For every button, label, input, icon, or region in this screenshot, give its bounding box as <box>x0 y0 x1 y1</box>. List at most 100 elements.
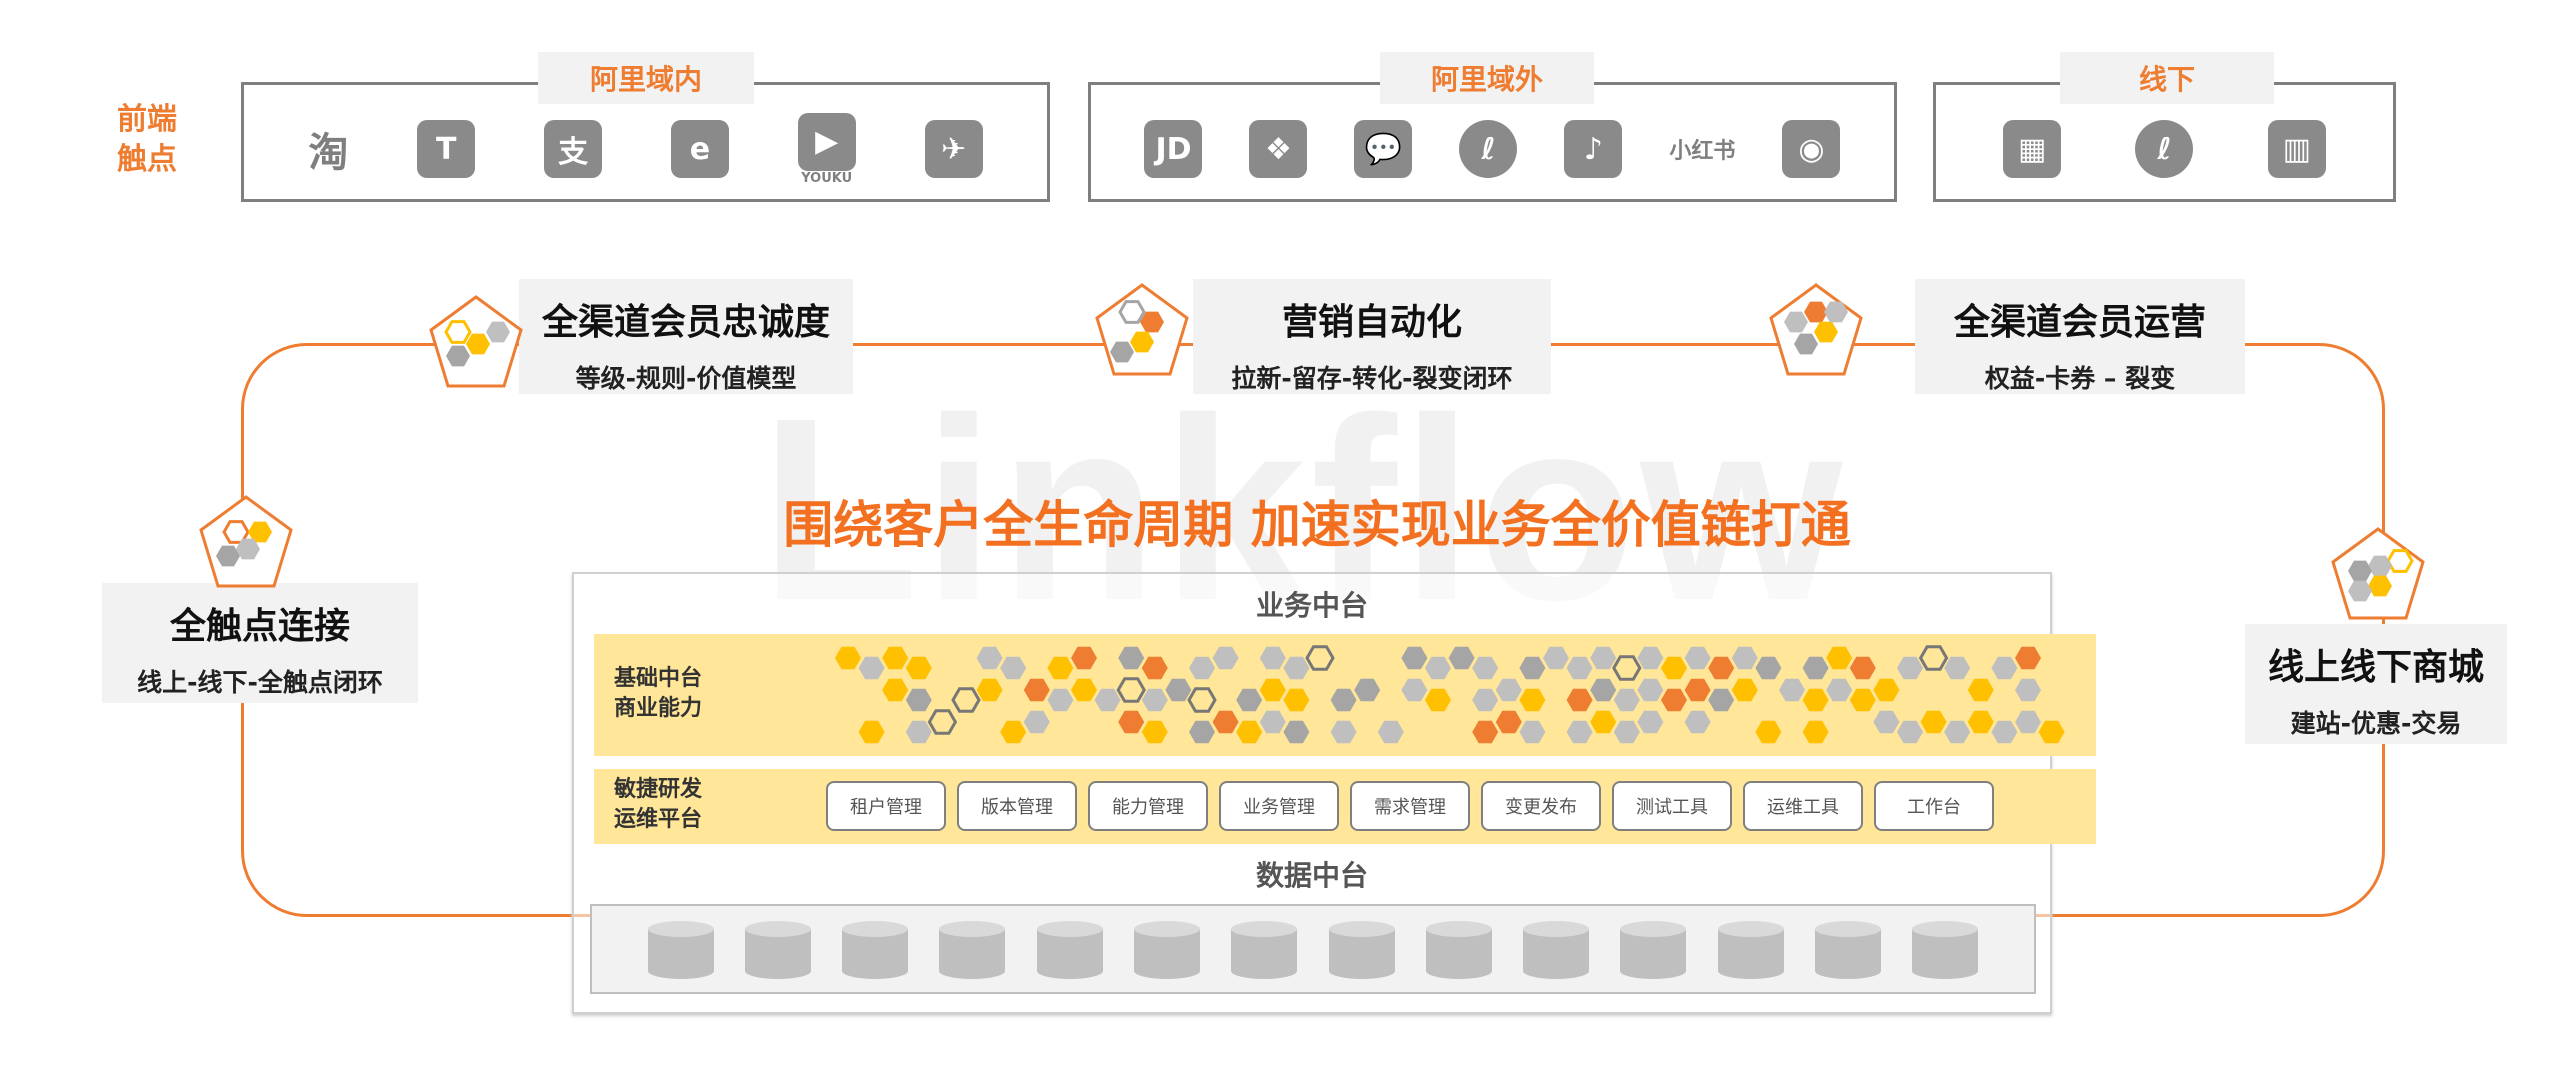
hexagon <box>1991 656 2018 680</box>
hexagon <box>1661 656 1687 680</box>
hexagon <box>1755 656 1782 680</box>
qr-guide-icon: ▦ <box>2003 120 2062 178</box>
database-icon <box>1328 921 1395 979</box>
hexagon <box>1259 646 1286 670</box>
tool-button[interactable]: 工作台 <box>1874 781 1994 831</box>
hexagon <box>1590 646 1617 670</box>
hexagon <box>1684 710 1711 734</box>
hexagon <box>1566 720 1593 744</box>
hexagon <box>1920 710 1947 734</box>
hexagon <box>1684 678 1711 702</box>
hexagon <box>1118 710 1145 734</box>
database-icon <box>1425 921 1492 979</box>
hexagon <box>1071 646 1097 670</box>
hexagon <box>1236 720 1263 744</box>
hexagon <box>1071 678 1097 702</box>
hexagon <box>1590 710 1617 734</box>
hexagon <box>1094 688 1121 712</box>
hexagon <box>1187 687 1217 713</box>
database-icon <box>647 921 714 979</box>
devops-label: 敏捷研发 运维平台 <box>614 777 703 832</box>
hexagon <box>1802 656 1829 680</box>
hexagon <box>1472 656 1499 680</box>
hexagon <box>2015 678 2041 702</box>
weibo-icon: ◉ <box>1782 120 1841 178</box>
hexagon <box>1165 678 1192 702</box>
store-icon: ▥ <box>2267 120 2326 178</box>
hexagon <box>1259 710 1286 734</box>
hexagon <box>1684 646 1711 670</box>
icon-glyph: ✈ <box>924 120 983 178</box>
hexagon-badge-icon <box>2331 527 2425 620</box>
tool-button[interactable]: 变更发布 <box>1481 781 1601 831</box>
hexagon <box>1212 646 1239 670</box>
database-icon <box>1134 921 1201 979</box>
hexagon <box>1472 720 1499 744</box>
channel-title: 线下 <box>2060 52 2274 104</box>
hexagon <box>1047 688 1074 712</box>
hexagon <box>1802 720 1829 744</box>
hexagon <box>1519 688 1546 712</box>
icon-glyph: 支 <box>544 120 603 178</box>
hexagon <box>1283 720 1310 744</box>
capability-hexagon-grid <box>835 645 2065 744</box>
hexagon <box>1613 688 1640 712</box>
dingtalk-icon: ✈ <box>924 120 983 178</box>
youku-icon: ▶ YOUKU <box>797 112 856 186</box>
hexagon <box>2015 646 2041 670</box>
hexagon <box>1118 300 1146 324</box>
hexagon <box>858 720 885 744</box>
eleme-icon: e <box>670 120 729 178</box>
database-icon <box>1815 921 1882 979</box>
hexagon <box>1731 646 1758 670</box>
hexagon <box>1189 720 1215 744</box>
hexagon <box>1472 688 1499 712</box>
hexagon <box>976 678 1003 702</box>
hexagon <box>1708 656 1735 680</box>
tool-button[interactable]: 测试工具 <box>1612 781 1732 831</box>
hexagon <box>1755 720 1782 744</box>
hexagon <box>1897 720 1923 744</box>
icon-glyph: ❖ <box>1249 120 1308 178</box>
hexagon <box>1661 688 1687 712</box>
mini-program-icon: ℓ <box>2135 120 2194 178</box>
database-icon <box>1620 921 1687 979</box>
headline: 围绕客户全生命周期 加速实现业务全价值链打通 <box>783 496 1851 554</box>
tool-button[interactable]: 版本管理 <box>957 781 1077 831</box>
tool-button[interactable]: 能力管理 <box>1088 781 1208 831</box>
database-icon <box>842 921 909 979</box>
tool-button[interactable]: 租户管理 <box>826 781 946 831</box>
hexagon <box>882 678 909 702</box>
database-icon <box>939 921 1006 979</box>
hexagon <box>1283 656 1310 680</box>
hexagon <box>1873 678 1900 702</box>
tool-button[interactable]: 运维工具 <box>1743 781 1863 831</box>
data-platform-title: 数据中台 <box>1255 859 1368 892</box>
hexagon <box>1495 678 1522 702</box>
hexagon <box>1141 656 1168 680</box>
hexagon <box>882 646 909 670</box>
hexagon-badge-icon <box>1769 283 1863 376</box>
douyin-icon: ♪ <box>1564 120 1623 178</box>
card-mall: 线上线下商城 建站-优惠-交易 <box>2245 624 2507 744</box>
hexagon <box>1637 710 1664 734</box>
icon-glyph: 淘 <box>308 130 349 176</box>
database-icon <box>1912 921 1979 979</box>
hexagon <box>1590 678 1617 702</box>
devops-band: 敏捷研发 运维平台 租户管理 版本管理 能力管理 业务管理 需求管理 变更发布 测试工具 运维工… <box>594 769 2096 844</box>
wechat-icon: 💬 <box>1354 120 1413 178</box>
hexagon-badge-icon <box>1095 283 1189 376</box>
tool-button[interactable]: 需求管理 <box>1350 781 1470 831</box>
database-icon <box>1717 921 1784 979</box>
icon-glyph: T <box>417 120 476 178</box>
hexagon <box>1000 720 1027 744</box>
mini-program-icon: ℓ <box>1459 120 1518 178</box>
hexagon <box>1566 656 1593 680</box>
business-platform-title: 业务中台 <box>1255 589 1368 622</box>
hexagon <box>1259 678 1286 702</box>
hexagon <box>1944 656 1971 680</box>
icon-glyph: ▶ <box>797 112 856 171</box>
taobao-icon: 淘 <box>308 120 348 178</box>
tool-button[interactable]: 业务管理 <box>1219 781 1339 831</box>
xiaohongshu-icon: 小红书 <box>1669 120 1735 178</box>
